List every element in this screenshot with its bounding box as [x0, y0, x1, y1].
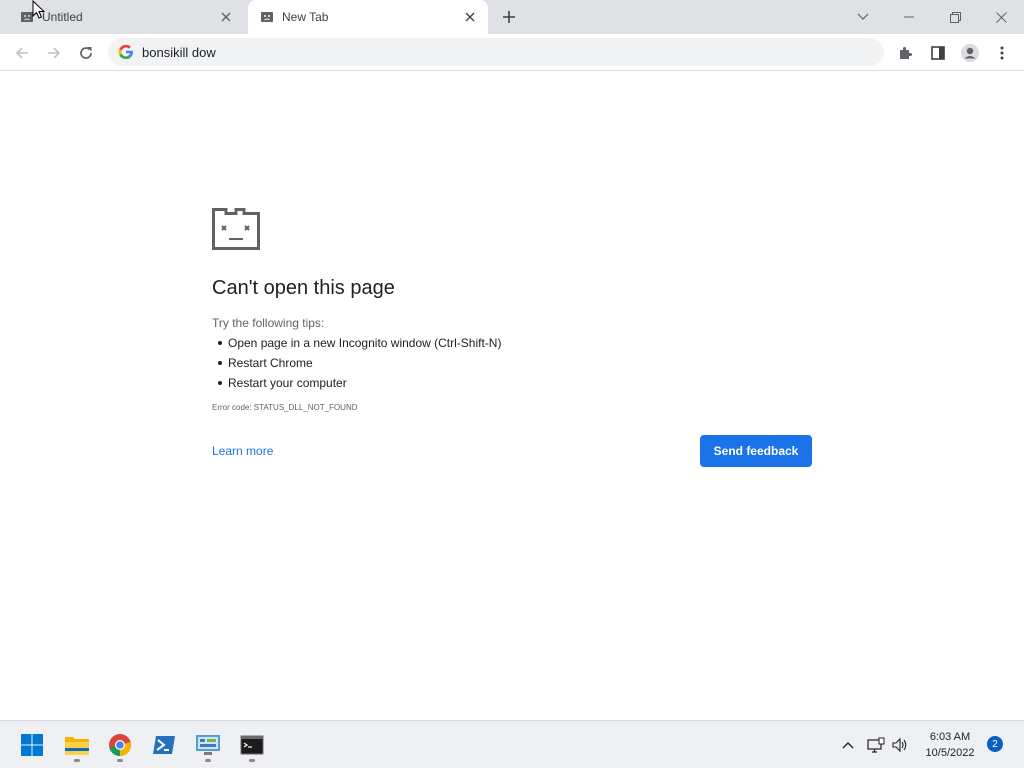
running-indicator: [249, 759, 255, 762]
arrow-right-icon: [48, 47, 61, 59]
reload-icon: [80, 47, 92, 59]
address-input[interactable]: [142, 44, 842, 60]
screen: Untitled New Tab bonsikill dow Can't ope…: [0, 0, 1024, 768]
tab-search-button[interactable]: [840, 0, 886, 34]
address-bar[interactable]: [108, 38, 884, 66]
list-item: Open page in a new Incognito window (Ctr…: [212, 333, 812, 353]
reload-button[interactable]: [72, 39, 100, 67]
file-explorer-button[interactable]: [57, 725, 97, 765]
running-indicator: [205, 759, 211, 762]
side-panel-button[interactable]: [924, 39, 952, 67]
clock-date: 10/5/2022: [925, 747, 975, 759]
terminal-button[interactable]: [232, 725, 272, 765]
tips-heading: Try the following tips:: [212, 316, 325, 330]
menu-button[interactable]: [988, 39, 1016, 67]
puzzle-icon: [900, 47, 912, 59]
more-vert-icon: [1000, 46, 1004, 60]
running-indicator: [74, 759, 80, 762]
avatar-icon: [961, 44, 979, 62]
back-button[interactable]: [8, 39, 36, 67]
chevron-down-icon: [857, 13, 869, 20]
tab-new-tab[interactable]: New Tab: [248, 0, 488, 34]
new-tab-button[interactable]: [498, 6, 520, 28]
forward-button[interactable]: [40, 39, 68, 67]
close-window-button[interactable]: [978, 0, 1024, 34]
learn-more-link[interactable]: Learn more: [212, 444, 273, 458]
plus-icon: [503, 11, 515, 23]
powershell-button[interactable]: [144, 725, 184, 765]
tab-title: New Tab: [282, 10, 329, 24]
control-panel-icon: [196, 735, 220, 755]
clock[interactable]: 6:03 AM 10/5/2022: [916, 729, 984, 761]
profile-button[interactable]: [956, 39, 984, 67]
chevron-up-icon: [842, 742, 854, 749]
restore-button[interactable]: [932, 0, 978, 34]
restore-icon: [949, 11, 961, 23]
network-icon: [867, 737, 885, 753]
windows-icon: [21, 734, 43, 756]
close-tab-icon[interactable]: [460, 7, 480, 27]
side-panel-icon: [931, 46, 945, 60]
arrow-left-icon: [15, 47, 28, 59]
extensions-button[interactable]: [892, 39, 920, 67]
list-item: Restart your computer: [212, 373, 812, 393]
list-item: Restart Chrome: [212, 353, 812, 373]
browser-toolbar: [0, 34, 1024, 71]
error-page: Can't open this page Try the following t…: [212, 208, 812, 467]
clock-time: 6:03 AM: [929, 731, 971, 743]
error-code: Error code: STATUS_DLL_NOT_FOUND: [212, 403, 358, 412]
volume-button[interactable]: [888, 721, 912, 768]
taskbar: 6:03 AM 10/5/2022: [0, 720, 1024, 768]
network-button[interactable]: [864, 721, 888, 768]
tab-title: Untitled: [42, 10, 83, 24]
page-title: Can't open this page: [212, 277, 395, 299]
sad-folder-icon: [212, 208, 260, 250]
minimize-button[interactable]: [886, 0, 932, 34]
tab-strip: Untitled New Tab: [0, 0, 1024, 34]
running-indicator: [117, 759, 123, 762]
terminal-icon: [240, 735, 264, 755]
mouse-cursor-icon: [32, 0, 46, 19]
close-icon: [995, 11, 1007, 23]
chrome-icon: [109, 734, 131, 756]
powershell-icon: [153, 736, 175, 754]
control-panel-button[interactable]: [188, 725, 228, 765]
start-button[interactable]: [12, 725, 52, 765]
google-icon: [118, 44, 133, 59]
speaker-icon: [892, 737, 907, 753]
folder-icon: [65, 737, 89, 755]
close-tab-icon[interactable]: [216, 7, 236, 27]
chrome-button[interactable]: [100, 725, 140, 765]
send-feedback-button[interactable]: Send feedback: [700, 435, 812, 467]
actions-row: Learn more Send feedback: [212, 435, 812, 467]
minimize-icon: [904, 16, 914, 18]
tips-list: Open page in a new Incognito window (Ctr…: [212, 333, 812, 393]
notification-badge[interactable]: 2: [987, 736, 1003, 752]
show-hidden-icons-button[interactable]: [836, 721, 860, 768]
sad-tab-icon: [260, 10, 274, 24]
